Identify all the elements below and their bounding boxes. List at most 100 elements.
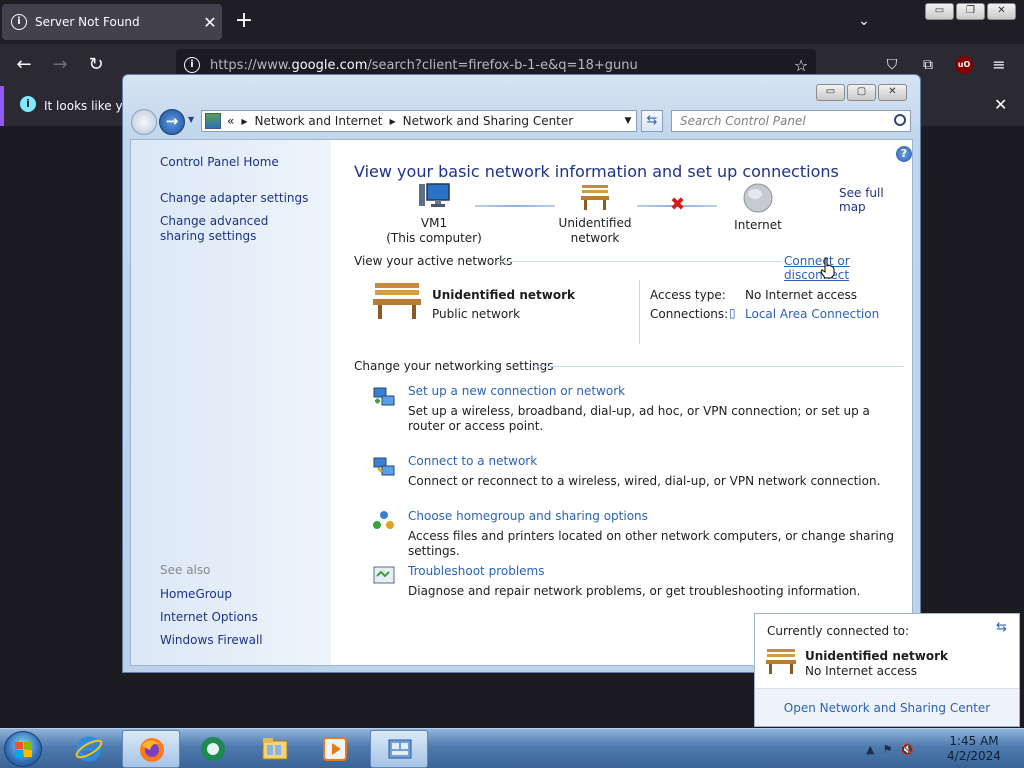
breadcrumb-sharing-center[interactable]: Network and Sharing Center (403, 114, 574, 128)
sidebar-item-adapter-settings[interactable]: Change adapter settings (160, 191, 308, 206)
task-link[interactable]: Connect to a network (408, 454, 537, 468)
sidebar-item-advanced-sharing[interactable]: Change advanced sharing settings (160, 214, 310, 244)
chevron-down-icon[interactable]: ▼ (620, 116, 636, 126)
taskbar-firefox[interactable] (122, 730, 180, 768)
map-computer[interactable]: VM1 (This computer) (384, 182, 484, 246)
volume-muted-icon[interactable]: 🔇 (900, 743, 914, 756)
tab-title: Server Not Found (35, 15, 140, 29)
clock[interactable]: 1:45 AM 4/2/2024 (940, 734, 1008, 764)
sidebar-item-internet-options[interactable]: Internet Options (160, 610, 258, 625)
refresh-button[interactable]: ⇆ (641, 110, 663, 132)
connect-network-icon (373, 457, 395, 476)
globe-icon (743, 183, 773, 213)
restore-button[interactable]: ❐ (956, 3, 985, 20)
network-name: Unidentified network (432, 288, 575, 302)
bench-icon (766, 649, 796, 674)
minimize-button[interactable]: ▭ (816, 84, 845, 101)
local-area-connection-link[interactable]: Local Area Connection (745, 307, 879, 321)
page-title: View your basic network information and … (354, 162, 839, 181)
active-networks-heading: View your active networks (354, 254, 513, 268)
close-notification-icon[interactable]: ✕ (994, 95, 1007, 114)
control-panel-window: ▭ ▢ ✕ → ▼ « ▶ Network and Internet ▶ Net… (122, 74, 921, 673)
close-button[interactable]: ✕ (987, 3, 1016, 20)
site-info-icon[interactable]: i (184, 57, 200, 73)
media-player-icon (323, 737, 347, 761)
taskbar-windows-explorer[interactable] (246, 730, 304, 768)
pocket-icon[interactable]: ⛉ (881, 54, 903, 76)
browser-tab[interactable]: i Server Not Found ✕ (2, 4, 222, 40)
clock-date: 4/2/2024 (947, 749, 1001, 763)
breadcrumb-overflow[interactable]: « (227, 114, 234, 128)
breadcrumb-network-internet[interactable]: Network and Internet (255, 114, 383, 128)
url-text[interactable]: https://www.google.com/search?client=fir… (210, 58, 786, 73)
connect-or-disconnect-link[interactable]: Connect or disconnect (784, 254, 904, 282)
reload-icon[interactable]: ↻ (84, 54, 108, 78)
start-button[interactable] (4, 731, 42, 767)
sidebar-item-control-panel-home[interactable]: Control Panel Home (160, 155, 279, 170)
bench-icon (581, 185, 609, 210)
map-network[interactable]: Unidentified network (534, 182, 656, 246)
network-category[interactable]: Public network (432, 307, 520, 321)
sidebar-item-windows-firewall[interactable]: Windows Firewall (160, 633, 263, 648)
task-troubleshoot: Troubleshoot problems Diagnose and repai… (372, 564, 902, 604)
browser-window-controls: ▭ ❐ ✕ (925, 3, 1016, 20)
action-center-icon[interactable]: ⚑ (882, 743, 892, 756)
change-settings-heading: Change your networking settings (354, 359, 554, 373)
taskbar: ▲ ⚑ 🔇 1:45 AM 4/2/2024 (0, 728, 1024, 768)
recent-pages-icon[interactable]: ▼ (188, 115, 198, 124)
task-description: Diagnose and repair network problems, or… (408, 584, 861, 598)
breadcrumb[interactable]: « ▶ Network and Internet ▶ Network and S… (201, 110, 637, 132)
media-center-icon (201, 737, 225, 761)
task-link[interactable]: Troubleshoot problems (408, 564, 544, 578)
sidebar: Control Panel Home Change adapter settin… (131, 140, 331, 665)
menu-icon[interactable]: ≡ (988, 54, 1010, 76)
taskbar-media-center[interactable] (184, 730, 242, 768)
computer-sub: (This computer) (386, 231, 482, 245)
windows-explorer-icon (262, 738, 288, 760)
firefox-icon (140, 738, 164, 762)
task-description: Access files and printers located on oth… (408, 529, 894, 558)
see-full-map-link[interactable]: See full map (839, 186, 904, 214)
back-arrow-icon[interactable]: ← (12, 54, 36, 78)
maximize-button[interactable]: ▢ (847, 84, 876, 101)
see-also-heading: See also (160, 563, 211, 577)
back-button[interactable] (131, 109, 157, 135)
flyout-heading: Currently connected to: (767, 624, 910, 638)
active-network-panel: Unidentified network Public network Acce… (372, 280, 902, 344)
close-tab-icon[interactable]: ✕ (198, 13, 222, 32)
breadcrumb-separator-icon[interactable]: ▶ (241, 117, 247, 126)
open-sharing-center-link[interactable]: Open Network and Sharing Center (755, 688, 1019, 726)
task-link[interactable]: Choose homegroup and sharing options (408, 509, 648, 523)
map-internet[interactable]: Internet (723, 182, 793, 233)
window-controls: ▭ ▢ ✕ (816, 84, 907, 101)
taskbar-internet-explorer[interactable] (60, 730, 118, 768)
firefox-tab-bar: i Server Not Found ✕ + ⌄ ▭ ❐ ✕ (0, 0, 1024, 44)
task-link[interactable]: Set up a new connection or network (408, 384, 625, 398)
ublock-icon[interactable]: uO (955, 56, 973, 74)
info-icon: i (20, 96, 36, 112)
network-flyout: Currently connected to: ⇆ Unidentified n… (754, 613, 1020, 727)
internet-label: Internet (734, 218, 782, 232)
refresh-icon[interactable]: ⇆ (996, 620, 1007, 635)
forward-arrow-icon[interactable]: → (48, 54, 72, 78)
new-tab-button[interactable]: + (232, 10, 256, 34)
search-input[interactable]: Search Control Panel (671, 110, 911, 132)
show-hidden-icons-icon[interactable]: ▲ (866, 743, 874, 756)
close-button[interactable]: ✕ (878, 84, 907, 101)
sidebar-item-homegroup[interactable]: HomeGroup (160, 587, 232, 602)
extensions-icon[interactable]: ⧉ (917, 54, 939, 76)
star-icon[interactable]: ☆ (786, 56, 816, 75)
taskbar-media-player[interactable] (306, 730, 364, 768)
computer-name: VM1 (420, 216, 448, 230)
control-panel-icon (388, 739, 412, 759)
search-icon[interactable] (894, 114, 906, 126)
minimize-button[interactable]: ▭ (925, 3, 954, 20)
breadcrumb-separator-icon[interactable]: ▶ (389, 117, 395, 126)
computer-icon (419, 183, 450, 207)
list-all-tabs-button[interactable]: ⌄ (853, 10, 875, 32)
url-prefix: https://www. (210, 57, 292, 73)
forward-button[interactable]: → (159, 109, 185, 135)
taskbar-control-panel[interactable] (370, 730, 428, 768)
disconnected-x-icon: ✖ (670, 194, 686, 215)
bench-icon (373, 283, 421, 319)
